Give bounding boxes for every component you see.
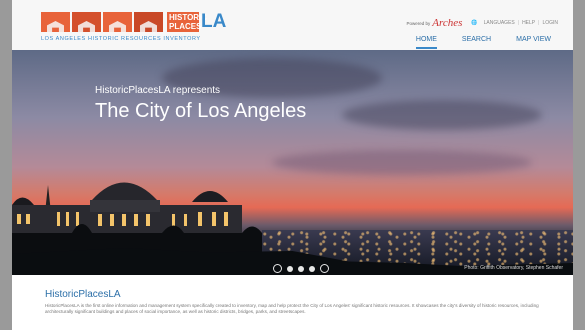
- hero-title: The City of Los Angeles: [95, 100, 307, 122]
- carousel-dot[interactable]: [273, 264, 282, 273]
- nav-home[interactable]: HOME: [415, 36, 437, 49]
- logo-tile: [41, 12, 70, 32]
- divider: |: [517, 20, 520, 26]
- logo-la: LA: [201, 11, 227, 32]
- hero-kicker: HistoricPlacesLA represents: [95, 85, 221, 96]
- page: HISTORIC PLACES LA LOS ANGELES HISTORIC …: [12, 0, 573, 330]
- logo-word: HISTORIC PLACES: [167, 12, 208, 32]
- powered-by-label: Powered by: [406, 20, 431, 26]
- intro-title: HistoricPlacesLA: [45, 289, 121, 300]
- nav-search[interactable]: SEARCH: [462, 36, 491, 49]
- carousel-dot[interactable]: [309, 265, 315, 272]
- login-link[interactable]: LOGIN: [542, 20, 558, 26]
- hero-carousel[interactable]: HistoricPlacesLA represents The City of …: [12, 50, 573, 275]
- main-nav: HOME SEARCH MAP VIEW: [415, 36, 551, 49]
- logo-icons[interactable]: [41, 12, 163, 32]
- help-link[interactable]: HELP: [522, 20, 535, 26]
- intro-body: HistoricPlacesLA is the first online inf…: [45, 303, 539, 314]
- utility-links: Powered by Arches 🌐 LANGUAGES | HELP | L…: [406, 17, 561, 29]
- site-header: HISTORIC PLACES LA LOS ANGELES HISTORIC …: [12, 0, 573, 50]
- arches-logo[interactable]: Arches: [432, 17, 462, 29]
- carousel-dot[interactable]: [287, 265, 293, 272]
- photo-credit: Photo: Griffith Observatory, Stephen Sch…: [464, 265, 563, 271]
- logo-wordmark[interactable]: HISTORIC PLACES LA: [167, 12, 226, 32]
- divider: |: [538, 20, 540, 26]
- nav-map-view[interactable]: MAP VIEW: [516, 36, 551, 49]
- logo-tile: [72, 12, 101, 32]
- logo-subtitle: LOS ANGELES HISTORIC RESOURCES INVENTORY: [41, 36, 201, 42]
- carousel-dot[interactable]: [320, 264, 329, 273]
- cloud: [342, 100, 542, 130]
- cloud: [272, 150, 532, 175]
- globe-icon: 🌐: [471, 20, 478, 26]
- carousel-indicators: [273, 264, 329, 273]
- carousel-dot[interactable]: [298, 265, 304, 272]
- logo-tile: [134, 12, 163, 32]
- observatory-silhouette: [12, 182, 262, 255]
- languages-link[interactable]: LANGUAGES: [484, 20, 515, 26]
- logo-tile: [103, 12, 132, 32]
